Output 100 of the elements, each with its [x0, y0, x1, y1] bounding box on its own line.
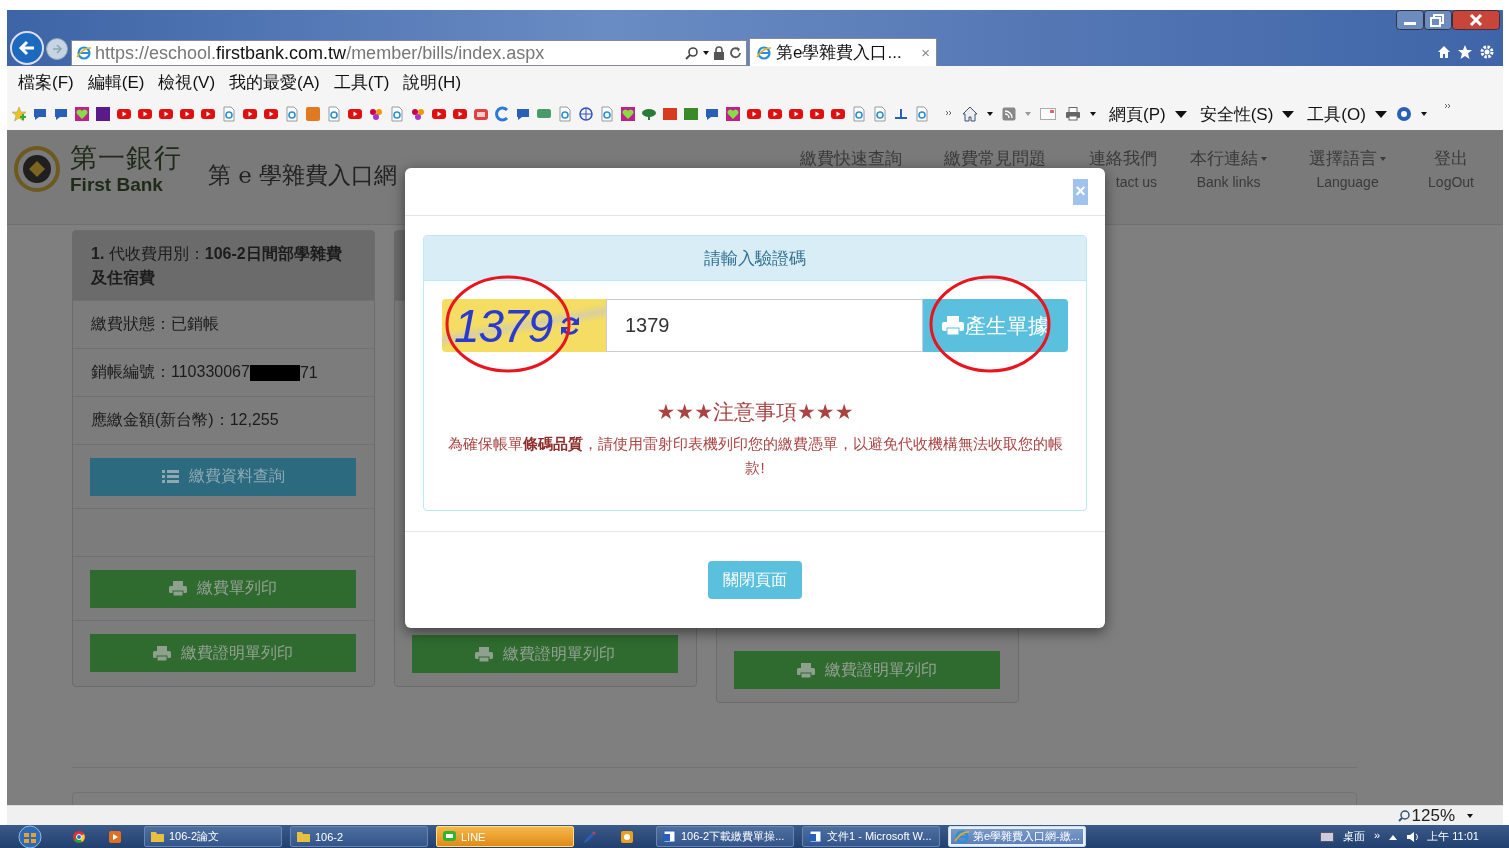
tv-icon[interactable]: [473, 106, 489, 122]
feed-icon[interactable]: [1002, 107, 1016, 121]
settings-icon[interactable]: [1479, 44, 1495, 60]
page-icon[interactable]: [872, 106, 888, 122]
taskbar-button[interactable]: 106-2下載繳費單操...: [656, 826, 794, 847]
search-icon: [685, 46, 699, 60]
page-icon[interactable]: [557, 106, 573, 122]
play-icon[interactable]: [788, 106, 804, 122]
code-input-field[interactable]: 1379: [606, 299, 923, 352]
taskbar-button[interactable]: 106-2論文: [144, 826, 282, 847]
camera-icon[interactable]: [620, 829, 634, 844]
minimize-button[interactable]: [1396, 10, 1424, 30]
page-icon[interactable]: [326, 106, 342, 122]
page-icon[interactable]: [914, 106, 930, 122]
printer-icon: [942, 316, 964, 335]
address-bar[interactable]: https://eschool.firstbank.com.tw/member/bills/index.aspx: [71, 40, 747, 66]
play-icon[interactable]: [746, 106, 762, 122]
taskbar-button[interactable]: 106-2: [290, 826, 428, 847]
flower-icon[interactable]: [368, 106, 384, 122]
heart-icon[interactable]: [620, 106, 636, 122]
tree-icon[interactable]: [641, 106, 657, 122]
play-icon[interactable]: [809, 106, 825, 122]
globe-icon[interactable]: [578, 106, 594, 122]
heart-icon[interactable]: [74, 106, 90, 122]
desktop-toolbar[interactable]: 桌面: [1343, 829, 1366, 844]
favorites-star-icon[interactable]: [11, 106, 27, 122]
notice-heading: ★★★注意事項★★★: [655, 399, 855, 425]
printer-icon: [169, 581, 187, 596]
menu-item[interactable]: 檔案(F): [11, 70, 81, 94]
play-icon[interactable]: [452, 106, 468, 122]
flower-icon[interactable]: [410, 106, 426, 122]
media-player-icon[interactable]: [108, 829, 122, 844]
play-icon[interactable]: [116, 106, 132, 122]
back-button[interactable]: [10, 31, 44, 65]
play-icon[interactable]: [767, 106, 783, 122]
play-icon[interactable]: [137, 106, 153, 122]
page-icon[interactable]: [389, 106, 405, 122]
caret-icon: [703, 51, 709, 55]
speech-bubble-icon[interactable]: [32, 106, 48, 122]
print-icon[interactable]: [1065, 107, 1081, 121]
document-icon: [808, 829, 823, 844]
menu-item[interactable]: 工具(T): [326, 70, 397, 94]
menu-item[interactable]: 我的最愛(A): [222, 70, 327, 94]
tab-close-button[interactable]: ×: [921, 44, 930, 61]
speech-bubble-icon[interactable]: [53, 106, 69, 122]
play-icon[interactable]: [242, 106, 258, 122]
page-icon[interactable]: [599, 106, 615, 122]
square-icon[interactable]: [662, 106, 678, 122]
command-menu[interactable]: 工具(O): [1307, 102, 1366, 126]
nav-subtitle: tact us: [1115, 174, 1158, 190]
refresh-icon: [729, 46, 742, 60]
url-text: https://eschool.firstbank.com.tw/member/bills/index.aspx: [95, 42, 545, 64]
keyboard-icon[interactable]: [1320, 831, 1335, 842]
menu-item[interactable]: 檢視(V): [151, 70, 223, 94]
play-icon[interactable]: [179, 106, 195, 122]
arc-icon[interactable]: [494, 106, 510, 122]
nav-subtitle: Language: [1316, 174, 1379, 190]
heart-icon[interactable]: [725, 106, 741, 122]
caret-icon: [1090, 112, 1096, 116]
home-icon[interactable]: [962, 106, 978, 122]
chrome-icon[interactable]: [72, 829, 86, 844]
browser-tab[interactable]: 第e學雜費入口... ×: [749, 38, 937, 66]
forward-button[interactable]: [46, 38, 68, 60]
command-menu[interactable]: 網頁(P): [1109, 102, 1166, 126]
up-arrow-icon[interactable]: [1389, 833, 1398, 840]
play-icon[interactable]: [158, 106, 174, 122]
square-icon[interactable]: [95, 106, 111, 122]
taskbar-button[interactable]: 文件1 - Microsoft W...: [802, 826, 940, 847]
zoom-level[interactable]: 125%: [1411, 807, 1455, 825]
browser-icon: [954, 829, 969, 844]
more-icon[interactable]: [1443, 102, 1452, 111]
clock[interactable]: 上午 11:01: [1427, 829, 1479, 844]
page-icon[interactable]: [284, 106, 300, 122]
play-icon[interactable]: [830, 106, 846, 122]
play-icon[interactable]: [263, 106, 279, 122]
more-toolbars-button[interactable]: »: [1374, 829, 1381, 841]
mail-icon[interactable]: [1040, 108, 1056, 120]
page-icon[interactable]: [221, 106, 237, 122]
play-icon[interactable]: [200, 106, 216, 122]
star-icon[interactable]: [1457, 44, 1473, 60]
caret-icon: [1374, 110, 1387, 118]
menu-item[interactable]: 編輯(E): [80, 70, 152, 94]
page-icon[interactable]: [851, 106, 867, 122]
home-icon[interactable]: [1437, 45, 1451, 59]
play-icon[interactable]: [347, 106, 363, 122]
speech-bubble-icon[interactable]: [515, 106, 531, 122]
more-icon[interactable]: [945, 110, 953, 118]
command-menu[interactable]: 安全性(S): [1199, 102, 1274, 126]
bank-name: 第一銀行: [70, 142, 182, 174]
play-icon[interactable]: [431, 106, 447, 122]
taskbar-button[interactable]: 第e學雜費入口網-繳...: [948, 826, 1086, 847]
help-icon[interactable]: [1395, 106, 1412, 122]
printer-icon: [153, 645, 171, 661]
speech-bubble-icon[interactable]: [704, 106, 720, 122]
close-button[interactable]: [1452, 10, 1500, 30]
speaker-icon[interactable]: [1406, 830, 1419, 843]
caret-icon: [1380, 157, 1387, 161]
menu-item[interactable]: 說明(H): [396, 70, 469, 94]
panel-title: 請輸入驗證碼: [704, 247, 806, 270]
restore-button[interactable]: [1424, 10, 1452, 30]
